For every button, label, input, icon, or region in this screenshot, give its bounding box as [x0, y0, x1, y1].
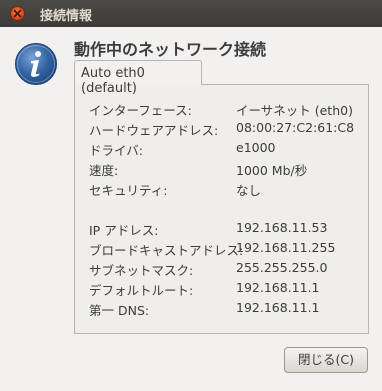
detail-label-default-route: デフォルトルート: — [89, 283, 194, 298]
window-close-icon[interactable] — [10, 6, 25, 21]
window-title: 接続情報 — [40, 9, 93, 24]
connection-info-dialog: 接続情報 動作中のネットワーク接続 Auto eth0 (default) イン… — [0, 0, 382, 391]
detail-value-default-route: 192.168.11.1 — [236, 280, 320, 295]
detail-value-ip-address: 192.168.11.53 — [236, 220, 328, 235]
detail-label-security: セキュリティ: — [89, 183, 168, 198]
detail-value-broadcast-address: 192.168.11.255 — [236, 240, 336, 255]
detail-value-hardware-address: 08:00:27:C2:61:C8 — [236, 120, 355, 135]
detail-label-ip-address: IP アドレス: — [89, 223, 159, 238]
detail-value-subnet-mask: 255.255.255.0 — [236, 260, 328, 275]
detail-value-security: なし — [236, 183, 262, 198]
detail-label-hardware-address: ハードウェアアドレス: — [89, 123, 219, 138]
detail-value-primary-dns: 192.168.11.1 — [236, 300, 320, 315]
detail-label-driver: ドライバ: — [89, 143, 143, 158]
tab-auto-eth0[interactable]: Auto eth0 (default) — [74, 60, 202, 96]
detail-label-primary-dns: 第一 DNS: — [89, 303, 150, 318]
info-icon — [14, 42, 58, 90]
detail-label-interface: インターフェース: — [89, 103, 192, 118]
detail-value-interface: イーサネット (eth0) — [236, 103, 353, 118]
title-bar[interactable]: 接続情報 — [0, 0, 382, 27]
detail-value-speed: 1000 Mb/秒 — [236, 163, 308, 178]
dialog-heading: 動作中のネットワーク接続 — [74, 40, 267, 59]
detail-label-broadcast-address: ブロードキャストアドレス: — [89, 243, 244, 258]
close-button[interactable]: 閉じる(C) — [284, 347, 368, 373]
connection-details-panel: インターフェース: イーサネット (eth0) ハードウェアアドレス: 08:0… — [74, 84, 369, 334]
detail-value-driver: e1000 — [236, 140, 276, 155]
detail-label-subnet-mask: サブネットマスク: — [89, 263, 194, 278]
detail-label-speed: 速度: — [89, 163, 119, 178]
